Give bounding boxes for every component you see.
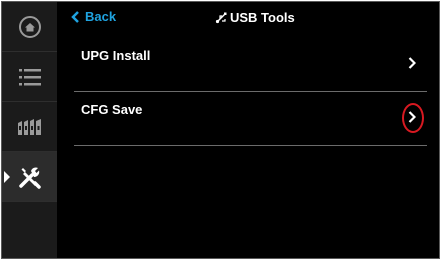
list-item-upg-install[interactable]: UPG Install	[74, 38, 427, 92]
home-icon	[18, 15, 41, 38]
page-title: USB Tools	[215, 10, 295, 25]
menu-list: UPG Install CFG Save	[74, 38, 427, 146]
page-title-text: USB Tools	[230, 10, 295, 25]
chevron-right-icon	[408, 111, 416, 123]
back-button[interactable]: Back	[71, 9, 116, 24]
list-item-cfg-save[interactable]: CFG Save	[74, 92, 427, 146]
sidebar-item-list[interactable]	[2, 52, 57, 102]
sidebar	[2, 2, 57, 258]
sidebar-item-library[interactable]	[2, 102, 57, 152]
chevron-left-icon	[71, 10, 79, 23]
sidebar-item-home[interactable]	[2, 2, 57, 52]
sidebar-item-tools[interactable]	[2, 152, 57, 202]
list-item-label: CFG Save	[81, 102, 143, 117]
bookshelf-icon	[17, 118, 41, 135]
header: Back USB Tools	[57, 2, 439, 34]
chevron-right-icon	[408, 57, 416, 69]
usb-icon	[215, 12, 227, 24]
list-icon	[18, 68, 41, 85]
list-item-label: UPG Install	[81, 48, 151, 63]
active-indicator	[4, 170, 10, 183]
back-label: Back	[85, 9, 117, 24]
tools-icon	[18, 166, 41, 189]
app-window: Back USB Tools UPG Install CFG Save	[1, 1, 440, 259]
